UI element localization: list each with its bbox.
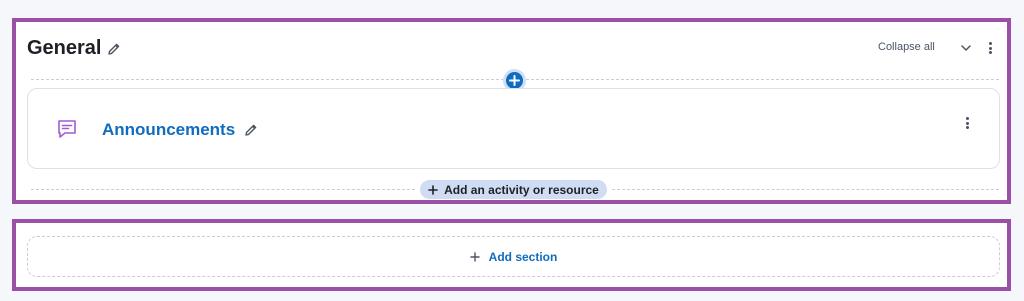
edit-activity-pencil-icon[interactable] [244,123,258,137]
section-divider-bottom-left [31,189,415,190]
add-section-area: Add section [12,219,1011,291]
add-activity-label: Add an activity or resource [444,182,599,197]
collapse-all-link[interactable]: Collapse all [878,41,935,53]
activity-name[interactable]: Announcements [102,120,235,140]
activity-menu-kebab-icon[interactable] [961,116,973,130]
section-title-text: General [27,37,102,59]
plus-icon [428,184,438,195]
add-activity-button[interactable]: Add an activity or resource [420,180,607,199]
edit-pencil-icon[interactable] [107,42,121,56]
section-menu-kebab-icon[interactable] [984,41,996,55]
section-title: General [27,37,121,60]
activity-link[interactable]: Announcements [102,120,258,140]
plus-icon [469,251,480,262]
chevron-down-icon[interactable] [960,42,972,54]
add-section-button[interactable]: Add section [27,236,1000,277]
section-divider-bottom-right [612,189,999,190]
activity-card: Announcements [27,88,1000,169]
section-general: General Collapse all Announcements Add a… [12,18,1011,204]
add-section-label: Add section [488,249,558,264]
forum-chat-icon [56,118,78,140]
